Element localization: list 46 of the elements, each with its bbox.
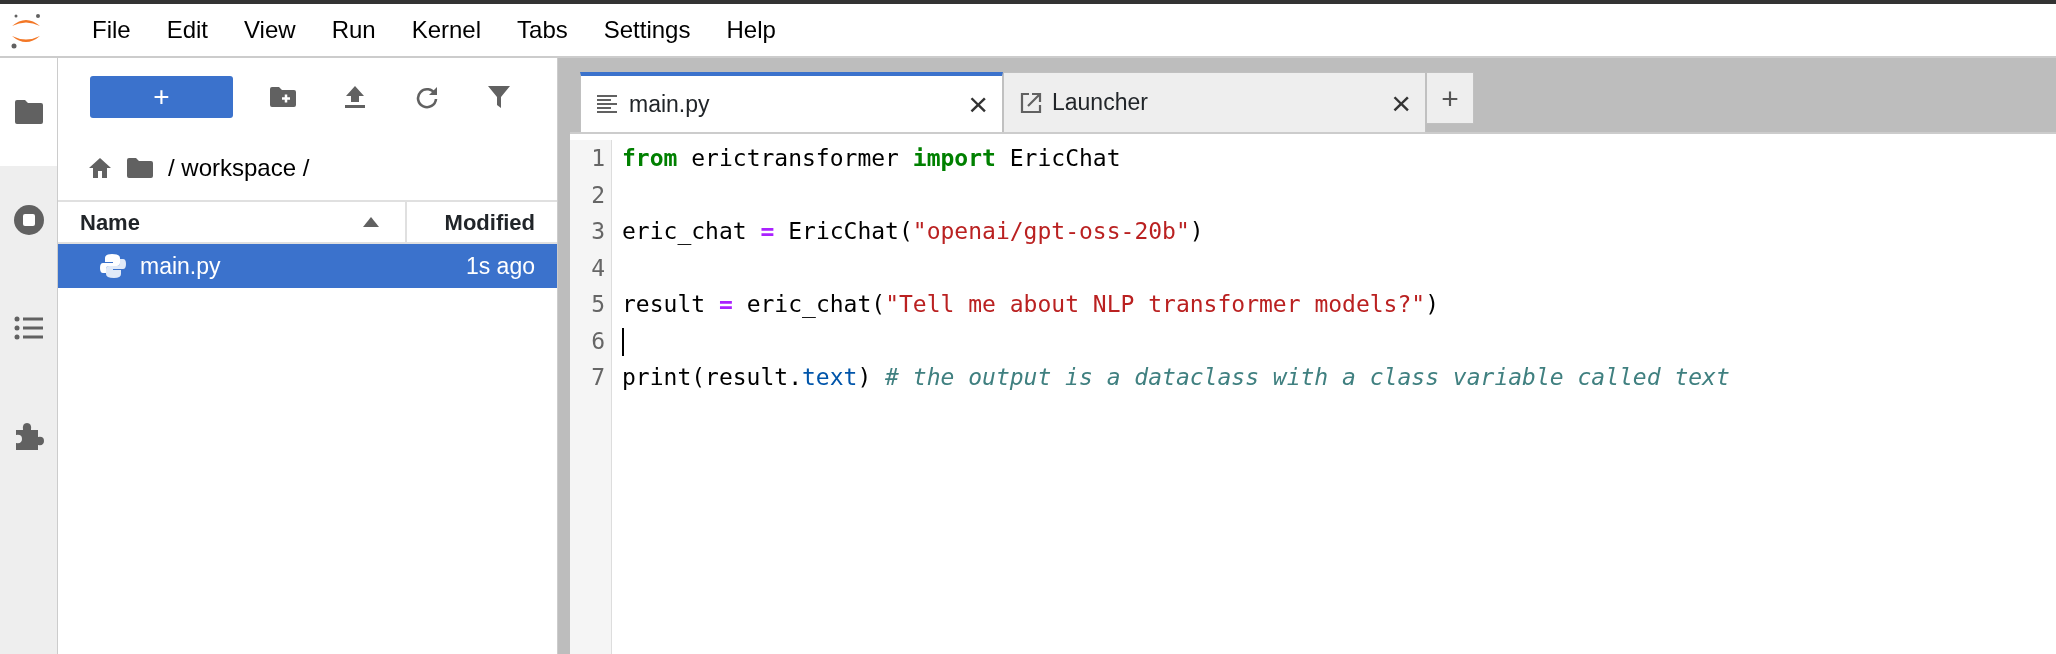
sort-icon [363,217,379,227]
close-icon[interactable]: × [968,87,988,121]
folder-icon[interactable] [126,157,154,179]
line-number: 5 [590,290,606,319]
menu-item[interactable]: Tabs [499,12,586,48]
folder-icon [13,99,44,125]
python-icon [100,253,126,279]
menu-item[interactable]: View [226,12,314,48]
puzzle-icon [13,421,44,451]
stop-icon [12,204,45,236]
home-icon[interactable] [88,157,112,179]
column-header[interactable]: Name [80,205,140,239]
document-tab[interactable]: Launcher × [1003,72,1426,132]
line-number: 4 [590,253,606,283]
file-name: main.py [140,251,221,281]
line-number: 1 [590,144,606,173]
list-icon [13,315,44,341]
menu-item[interactable]: Help [708,12,794,48]
code-line: eric_chat = EricChat("openai/gpt-oss-20b") [621,217,1205,247]
modified-time: 1s ago [465,251,535,281]
line-number: 7 [590,363,606,392]
line-number: 2 [590,180,606,210]
text-file-icon [597,95,619,113]
code-line: from erictransformer import EricChat [621,144,1122,173]
code-line: print(result.text) # the output is a dataclass with a class variable called text [621,363,1731,392]
filter-icon[interactable] [487,85,511,109]
refresh-icon[interactable] [415,85,439,109]
menu-item[interactable]: Settings [585,12,709,48]
new-folder-icon[interactable] [269,86,297,108]
sidebar-tab[interactable] [0,58,57,166]
menu-item[interactable]: Run [313,12,394,48]
document-tab[interactable]: main.py × [580,72,1003,132]
code-line: result = eric_chat("Tell me about NLP transformer models?") [621,290,1441,320]
menu-item[interactable]: File [74,12,149,48]
column-header[interactable]: Modified [407,205,557,239]
file-row[interactable]: main.py 1s ago [58,244,557,288]
menu-item[interactable]: Edit [148,12,227,48]
new-launcher-button[interactable]: + [90,76,233,118]
line-number: 3 [590,217,606,246]
upload-icon[interactable] [344,85,366,109]
new-tab-button[interactable]: + [1426,72,1474,124]
close-icon[interactable]: × [1391,85,1411,120]
line-number: 6 [590,326,606,356]
menu-item[interactable]: Kernel [393,12,500,48]
breadcrumb-path[interactable]: / workspace / [168,150,310,186]
launch-icon [1020,91,1042,114]
